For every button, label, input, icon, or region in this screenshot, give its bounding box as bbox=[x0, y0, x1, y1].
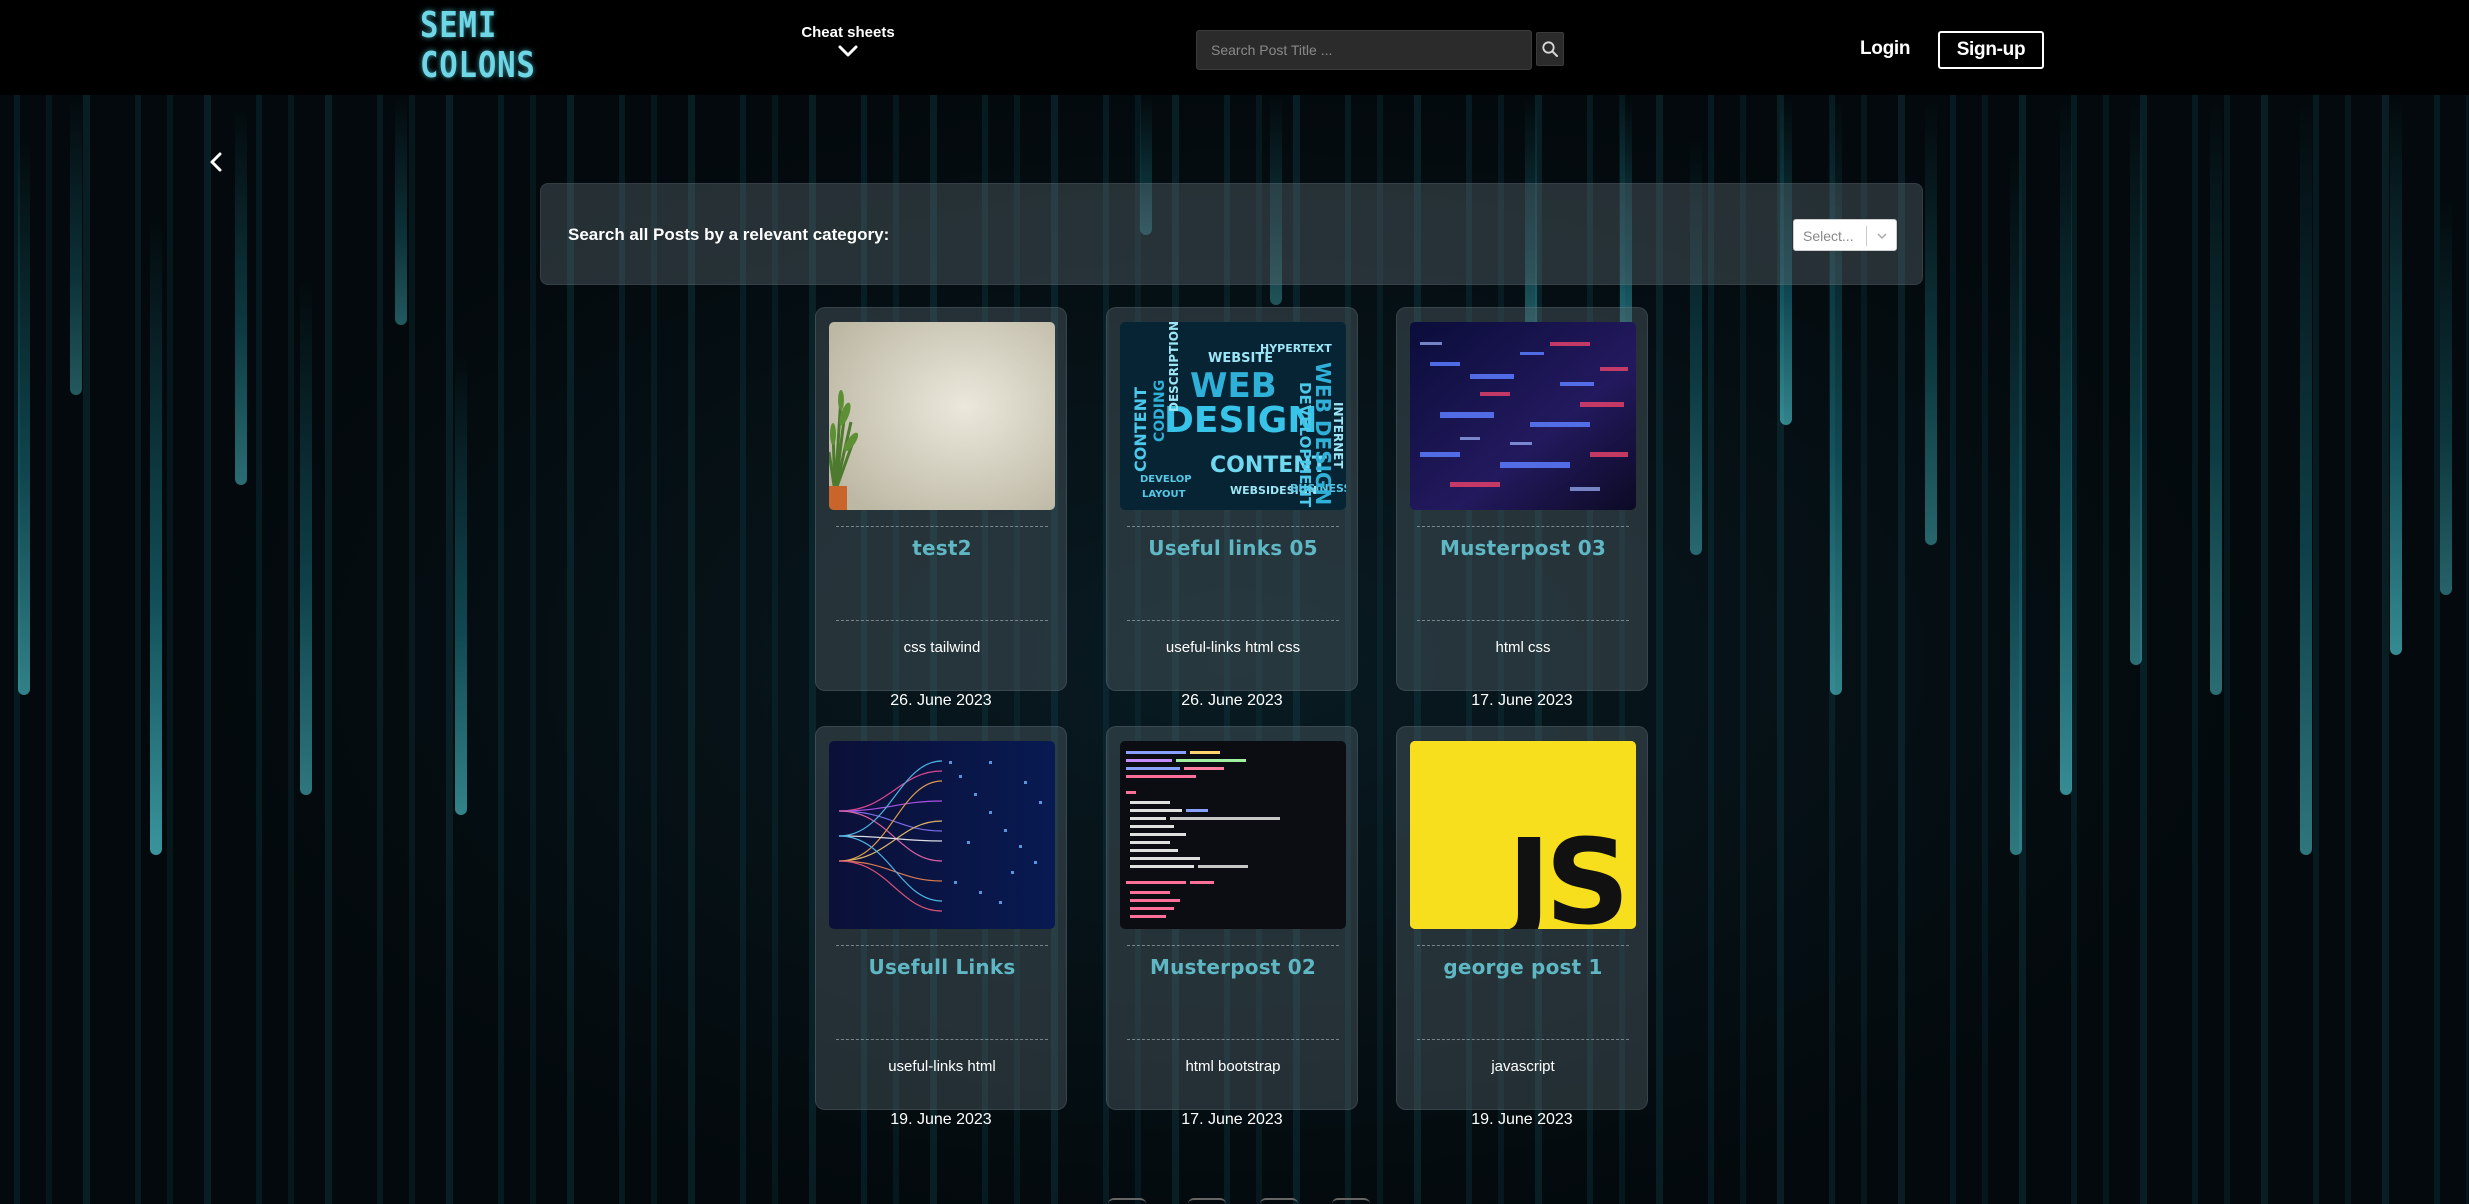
category-filter-bar: Search all Posts by a relevant category:… bbox=[540, 183, 1923, 285]
category-select[interactable]: Select... bbox=[1793, 219, 1897, 251]
post-tags: html css bbox=[1495, 639, 1551, 656]
page-button[interactable] bbox=[1332, 1198, 1370, 1204]
site-logo[interactable]: SEMI COLONS bbox=[420, 5, 536, 90]
post-tags: javascript bbox=[1491, 1058, 1555, 1075]
post-card[interactable]: Musterpost 03 html css bbox=[1396, 307, 1648, 691]
javascript-logo-image: JS bbox=[1410, 741, 1636, 929]
pagination bbox=[1100, 1198, 1380, 1204]
post-date: 26. June 2023 bbox=[1181, 692, 1283, 709]
divider bbox=[836, 526, 1048, 527]
select-divider bbox=[1866, 226, 1867, 246]
post-card[interactable]: Musterpost 02 html bootstrap bbox=[1106, 726, 1358, 1110]
divider bbox=[1417, 620, 1629, 621]
web-design-wordcloud-image: WEB DESIGN CONTENT WEBSITE HYPERTEXT WEB… bbox=[1120, 322, 1346, 510]
post-card[interactable]: WEB DESIGN CONTENT WEBSITE HYPERTEXT WEB… bbox=[1106, 307, 1358, 691]
chevron-down-icon bbox=[838, 45, 858, 57]
neural-lines-image bbox=[829, 741, 1055, 929]
post-card[interactable]: Usefull Links useful-links html bbox=[815, 726, 1067, 1110]
post-date: 17. June 2023 bbox=[1181, 1111, 1283, 1128]
svg-text:INTERNET: INTERNET bbox=[1331, 402, 1345, 469]
post-date: 19. June 2023 bbox=[890, 1111, 992, 1128]
divider bbox=[1417, 945, 1629, 946]
post-tags: css tailwind bbox=[903, 639, 981, 656]
search-button[interactable] bbox=[1536, 32, 1564, 66]
page-button[interactable] bbox=[1260, 1198, 1298, 1204]
search-input[interactable] bbox=[1196, 30, 1532, 70]
svg-text:DEVELOP: DEVELOP bbox=[1140, 474, 1192, 485]
divider bbox=[836, 620, 1048, 621]
back-arrow-icon[interactable] bbox=[206, 150, 226, 174]
svg-text:DESCRIPTION: DESCRIPTION bbox=[1167, 322, 1181, 412]
page-button[interactable] bbox=[1108, 1198, 1146, 1204]
category-filter-label: Search all Posts by a relevant category: bbox=[568, 225, 890, 244]
signup-button[interactable]: Sign-up bbox=[1938, 31, 2044, 69]
logo-line-colons: COLONS bbox=[420, 45, 536, 86]
post-tags: useful-links html css bbox=[1165, 639, 1301, 656]
search-icon bbox=[1542, 41, 1558, 57]
logo-line-semi: SEMI bbox=[420, 5, 498, 46]
svg-text:DESIGN: DESIGN bbox=[1164, 400, 1317, 441]
code-editor-image bbox=[1120, 741, 1346, 929]
divider bbox=[1127, 526, 1339, 527]
divider bbox=[1127, 945, 1339, 946]
digital-data-image bbox=[1410, 322, 1636, 510]
divider bbox=[1127, 620, 1339, 621]
post-title[interactable]: Useful links 05 bbox=[1107, 536, 1359, 560]
svg-text:DEVELOPMENT: DEVELOPMENT bbox=[1296, 382, 1314, 508]
svg-text:HYPERTEXT: HYPERTEXT bbox=[1260, 342, 1332, 355]
top-navbar: SEMI COLONS Cheat sheets Login Sign-up bbox=[0, 0, 2469, 95]
post-date: 17. June 2023 bbox=[1471, 692, 1573, 709]
divider bbox=[1417, 1039, 1629, 1040]
divider bbox=[836, 1039, 1048, 1040]
post-title[interactable]: Musterpost 02 bbox=[1107, 955, 1359, 979]
post-title[interactable]: test2 bbox=[816, 536, 1068, 560]
post-card[interactable]: test2 css tailwind bbox=[815, 307, 1067, 691]
divider bbox=[836, 945, 1048, 946]
js-logo-text: JS bbox=[1500, 813, 1624, 929]
divider bbox=[1127, 1039, 1339, 1040]
post-title[interactable]: george post 1 bbox=[1397, 955, 1649, 979]
post-tags: html bootstrap bbox=[1185, 1058, 1281, 1075]
divider bbox=[1417, 526, 1629, 527]
plant-on-wall-image bbox=[829, 322, 1055, 510]
svg-text:CONTENT: CONTENT bbox=[1131, 387, 1150, 472]
post-title[interactable]: Usefull Links bbox=[816, 955, 1068, 979]
post-card[interactable]: JS george post 1 javascript bbox=[1396, 726, 1648, 1110]
cheatsheets-dropdown[interactable]: Cheat sheets bbox=[798, 24, 898, 59]
login-link[interactable]: Login bbox=[1860, 38, 1911, 60]
svg-text:CODING: CODING bbox=[1152, 380, 1168, 442]
search-form bbox=[1196, 30, 1568, 70]
category-select-value: Select... bbox=[1803, 228, 1854, 244]
post-date: 26. June 2023 bbox=[890, 692, 992, 709]
post-date: 19. June 2023 bbox=[1471, 1111, 1573, 1128]
cheatsheets-label: Cheat sheets bbox=[801, 24, 895, 41]
post-tags: useful-links html bbox=[888, 1058, 996, 1075]
svg-text:LAYOUT: LAYOUT bbox=[1142, 489, 1186, 500]
post-title[interactable]: Musterpost 03 bbox=[1397, 536, 1649, 560]
chevron-down-icon bbox=[1877, 233, 1887, 240]
page-button[interactable] bbox=[1188, 1198, 1226, 1204]
